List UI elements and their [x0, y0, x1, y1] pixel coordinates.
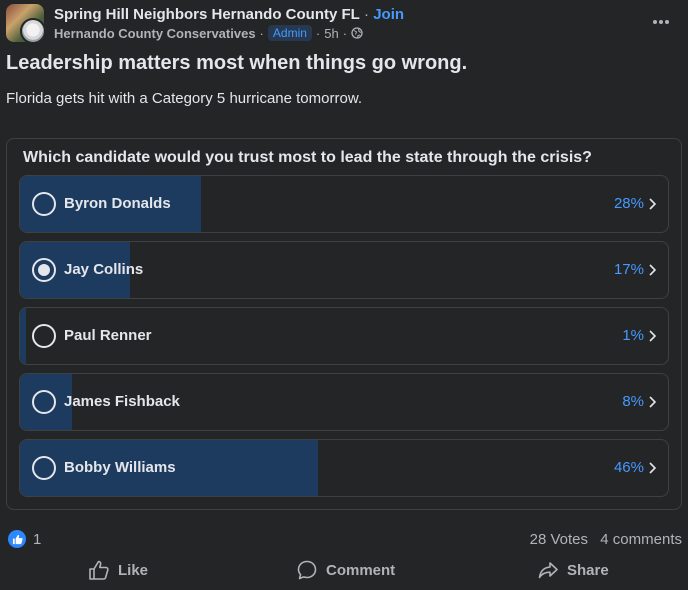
poll-option-label: Paul Renner [64, 327, 152, 344]
thumbs-up-icon[interactable] [8, 530, 26, 548]
share-button[interactable]: Share [537, 554, 609, 586]
author-link[interactable]: Hernando County Conservatives [54, 26, 256, 41]
separator-dot: · [359, 6, 374, 23]
radio-button[interactable] [32, 390, 56, 414]
poll-option[interactable]: Jay Collins 17% [19, 241, 669, 299]
poll-option-percent: 17% [613, 261, 644, 278]
poll-option-percent: 46% [613, 459, 644, 476]
poll-option-bar [20, 308, 27, 364]
poll-option-label: Jay Collins [64, 261, 144, 278]
poll-option-label: Byron Donalds [64, 195, 171, 212]
more-horizontal-icon[interactable] [650, 12, 672, 32]
post-actions: Like Comment Share [0, 554, 688, 586]
radio-button[interactable] [32, 258, 56, 282]
chevron-right-icon[interactable] [648, 396, 656, 408]
post-time[interactable]: 5h [324, 26, 338, 41]
share-label: Share [567, 561, 609, 579]
votes-count[interactable]: 28 Votes [530, 531, 588, 548]
comment-label: Comment [326, 561, 396, 579]
separator-dot: · [342, 25, 348, 41]
poll-option[interactable]: Byron Donalds 28% [19, 175, 669, 233]
post-meta: Hernando County Conservatives · Admin · … [54, 25, 363, 41]
poll-option[interactable]: Bobby Williams 46% [19, 439, 669, 497]
post-stats: 1 28 Votes 4 comments [8, 530, 682, 550]
author-avatar[interactable] [20, 18, 44, 42]
separator-dot: · [259, 25, 264, 41]
join-link[interactable]: Join [373, 6, 404, 23]
group-avatar[interactable] [6, 4, 44, 42]
radio-button[interactable] [32, 324, 56, 348]
thumbs-up-outline-icon [89, 560, 109, 580]
post-header: Spring Hill Neighbors Hernando County FL… [6, 4, 688, 44]
separator-dot: · [315, 25, 321, 41]
chevron-right-icon[interactable] [648, 462, 656, 474]
poll-option-percent: 1% [622, 327, 644, 344]
poll-option-label: Bobby Williams [64, 459, 176, 476]
globe-icon[interactable] [351, 27, 363, 39]
like-label: Like [118, 561, 149, 579]
admin-badge: Admin [267, 25, 312, 41]
poll-option-percent: 28% [613, 195, 644, 212]
comments-count[interactable]: 4 comments [600, 531, 682, 548]
post-headline: Leadership matters most when things go w… [6, 52, 468, 74]
group-title-line: Spring Hill Neighbors Hernando County FL… [54, 6, 404, 23]
post-body: Florida gets hit with a Category 5 hurri… [6, 90, 362, 107]
poll-option[interactable]: Paul Renner 1% [19, 307, 669, 365]
chevron-right-icon[interactable] [648, 198, 656, 210]
share-arrow-icon [538, 562, 558, 579]
radio-button[interactable] [32, 192, 56, 216]
comment-button[interactable]: Comment [296, 554, 395, 586]
chevron-right-icon[interactable] [648, 264, 656, 276]
chevron-right-icon[interactable] [648, 330, 656, 342]
like-button[interactable]: Like [88, 554, 148, 586]
reaction-count[interactable]: 1 [33, 531, 41, 548]
poll-option-label: James Fishback [64, 393, 180, 410]
poll-card: Which candidate would you trust most to … [6, 138, 682, 510]
poll-question: Which candidate would you trust most to … [23, 149, 592, 166]
poll-option[interactable]: James Fishback 8% [19, 373, 669, 431]
group-name-link[interactable]: Spring Hill Neighbors Hernando County FL [54, 6, 360, 23]
poll-option-percent: 8% [622, 393, 644, 410]
radio-button[interactable] [32, 456, 56, 480]
comment-bubble-icon [297, 560, 317, 580]
